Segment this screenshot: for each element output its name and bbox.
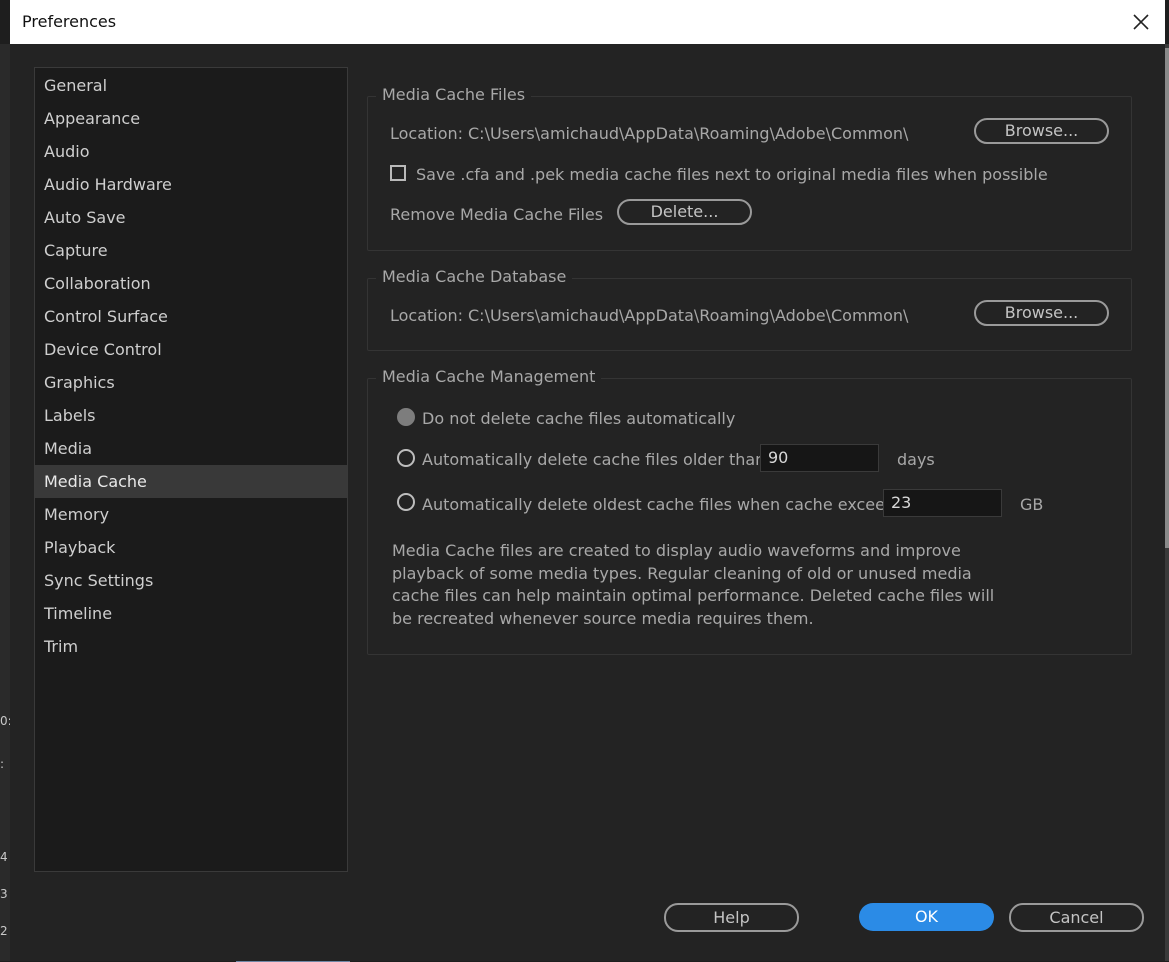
- sidebar-item-media[interactable]: Media: [35, 432, 347, 465]
- location-path: C:\Users\amichaud\AppData\Roaming\Adobe\…: [468, 124, 909, 143]
- browse-button[interactable]: Browse...: [974, 300, 1109, 326]
- ok-button[interactable]: OK: [859, 903, 994, 931]
- radio-label: Do not delete cache files automatically: [422, 409, 736, 428]
- sidebar-item-trim[interactable]: Trim: [35, 630, 347, 663]
- older-than-radio[interactable]: [397, 449, 415, 467]
- sidebar-item-media-cache[interactable]: Media Cache: [35, 465, 347, 498]
- location-label: Location:: [390, 306, 464, 325]
- group-title: Media Cache Management: [376, 367, 602, 386]
- save-next-to-media-checkbox[interactable]: [390, 165, 406, 181]
- sidebar-item-audio[interactable]: Audio: [35, 135, 347, 168]
- radio-label: Automatically delete cache files older t…: [422, 450, 771, 469]
- sidebar-item-general[interactable]: General: [35, 69, 347, 102]
- sidebar-item-memory[interactable]: Memory: [35, 498, 347, 531]
- days-unit-label: days: [897, 450, 935, 469]
- sidebar-item-collaboration[interactable]: Collaboration: [35, 267, 347, 300]
- dialog-title: Preferences: [22, 12, 117, 31]
- sidebar-item-audio-hardware[interactable]: Audio Hardware: [35, 168, 347, 201]
- background-edge-number: 2: [0, 924, 8, 938]
- no-delete-radio[interactable]: [397, 408, 415, 426]
- background-edge-number: 3: [0, 887, 8, 901]
- group-title: Media Cache Database: [376, 267, 573, 286]
- sidebar-item-capture[interactable]: Capture: [35, 234, 347, 267]
- sidebar-item-appearance[interactable]: Appearance: [35, 102, 347, 135]
- cache-size-limit-input[interactable]: 23: [883, 489, 1002, 517]
- browse-button[interactable]: Browse...: [974, 118, 1109, 144]
- sidebar-item-playback[interactable]: Playback: [35, 531, 347, 564]
- scrollbar-thumb[interactable]: [1165, 48, 1169, 548]
- sidebar-item-timeline[interactable]: Timeline: [35, 597, 347, 630]
- preferences-sidebar: General Appearance Audio Audio Hardware …: [34, 67, 348, 872]
- title-bar: Preferences: [10, 0, 1165, 44]
- close-button[interactable]: [1127, 8, 1155, 36]
- group-title: Media Cache Files: [376, 85, 532, 104]
- exceeds-radio[interactable]: [397, 493, 415, 511]
- sidebar-item-device-control[interactable]: Device Control: [35, 333, 347, 366]
- sidebar-item-labels[interactable]: Labels: [35, 399, 347, 432]
- help-button[interactable]: Help: [664, 903, 799, 932]
- cancel-button[interactable]: Cancel: [1009, 903, 1144, 932]
- delete-button[interactable]: Delete...: [617, 199, 752, 225]
- background-edge-number: 4: [0, 850, 8, 864]
- preferences-dialog: Preferences General Appearance Audio Aud…: [10, 0, 1165, 961]
- older-than-days-input[interactable]: 90: [760, 444, 879, 472]
- location-path: C:\Users\amichaud\AppData\Roaming\Adobe\…: [468, 306, 909, 325]
- close-icon: [1133, 14, 1149, 30]
- radio-label: Automatically delete oldest cache files …: [422, 495, 909, 514]
- checkbox-label: Save .cfa and .pek media cache files nex…: [416, 165, 1048, 184]
- location-label: Location:: [390, 124, 464, 143]
- remove-cache-label: Remove Media Cache Files: [390, 205, 604, 224]
- sidebar-item-auto-save[interactable]: Auto Save: [35, 201, 347, 234]
- sidebar-item-graphics[interactable]: Graphics: [35, 366, 347, 399]
- sidebar-item-sync-settings[interactable]: Sync Settings: [35, 564, 347, 597]
- gb-unit-label: GB: [1020, 495, 1044, 514]
- background-app-edge: [0, 44, 10, 961]
- media-cache-description: Media Cache files are created to display…: [392, 541, 995, 628]
- background-edge-number: :: [0, 757, 5, 771]
- sidebar-item-control-surface[interactable]: Control Surface: [35, 300, 347, 333]
